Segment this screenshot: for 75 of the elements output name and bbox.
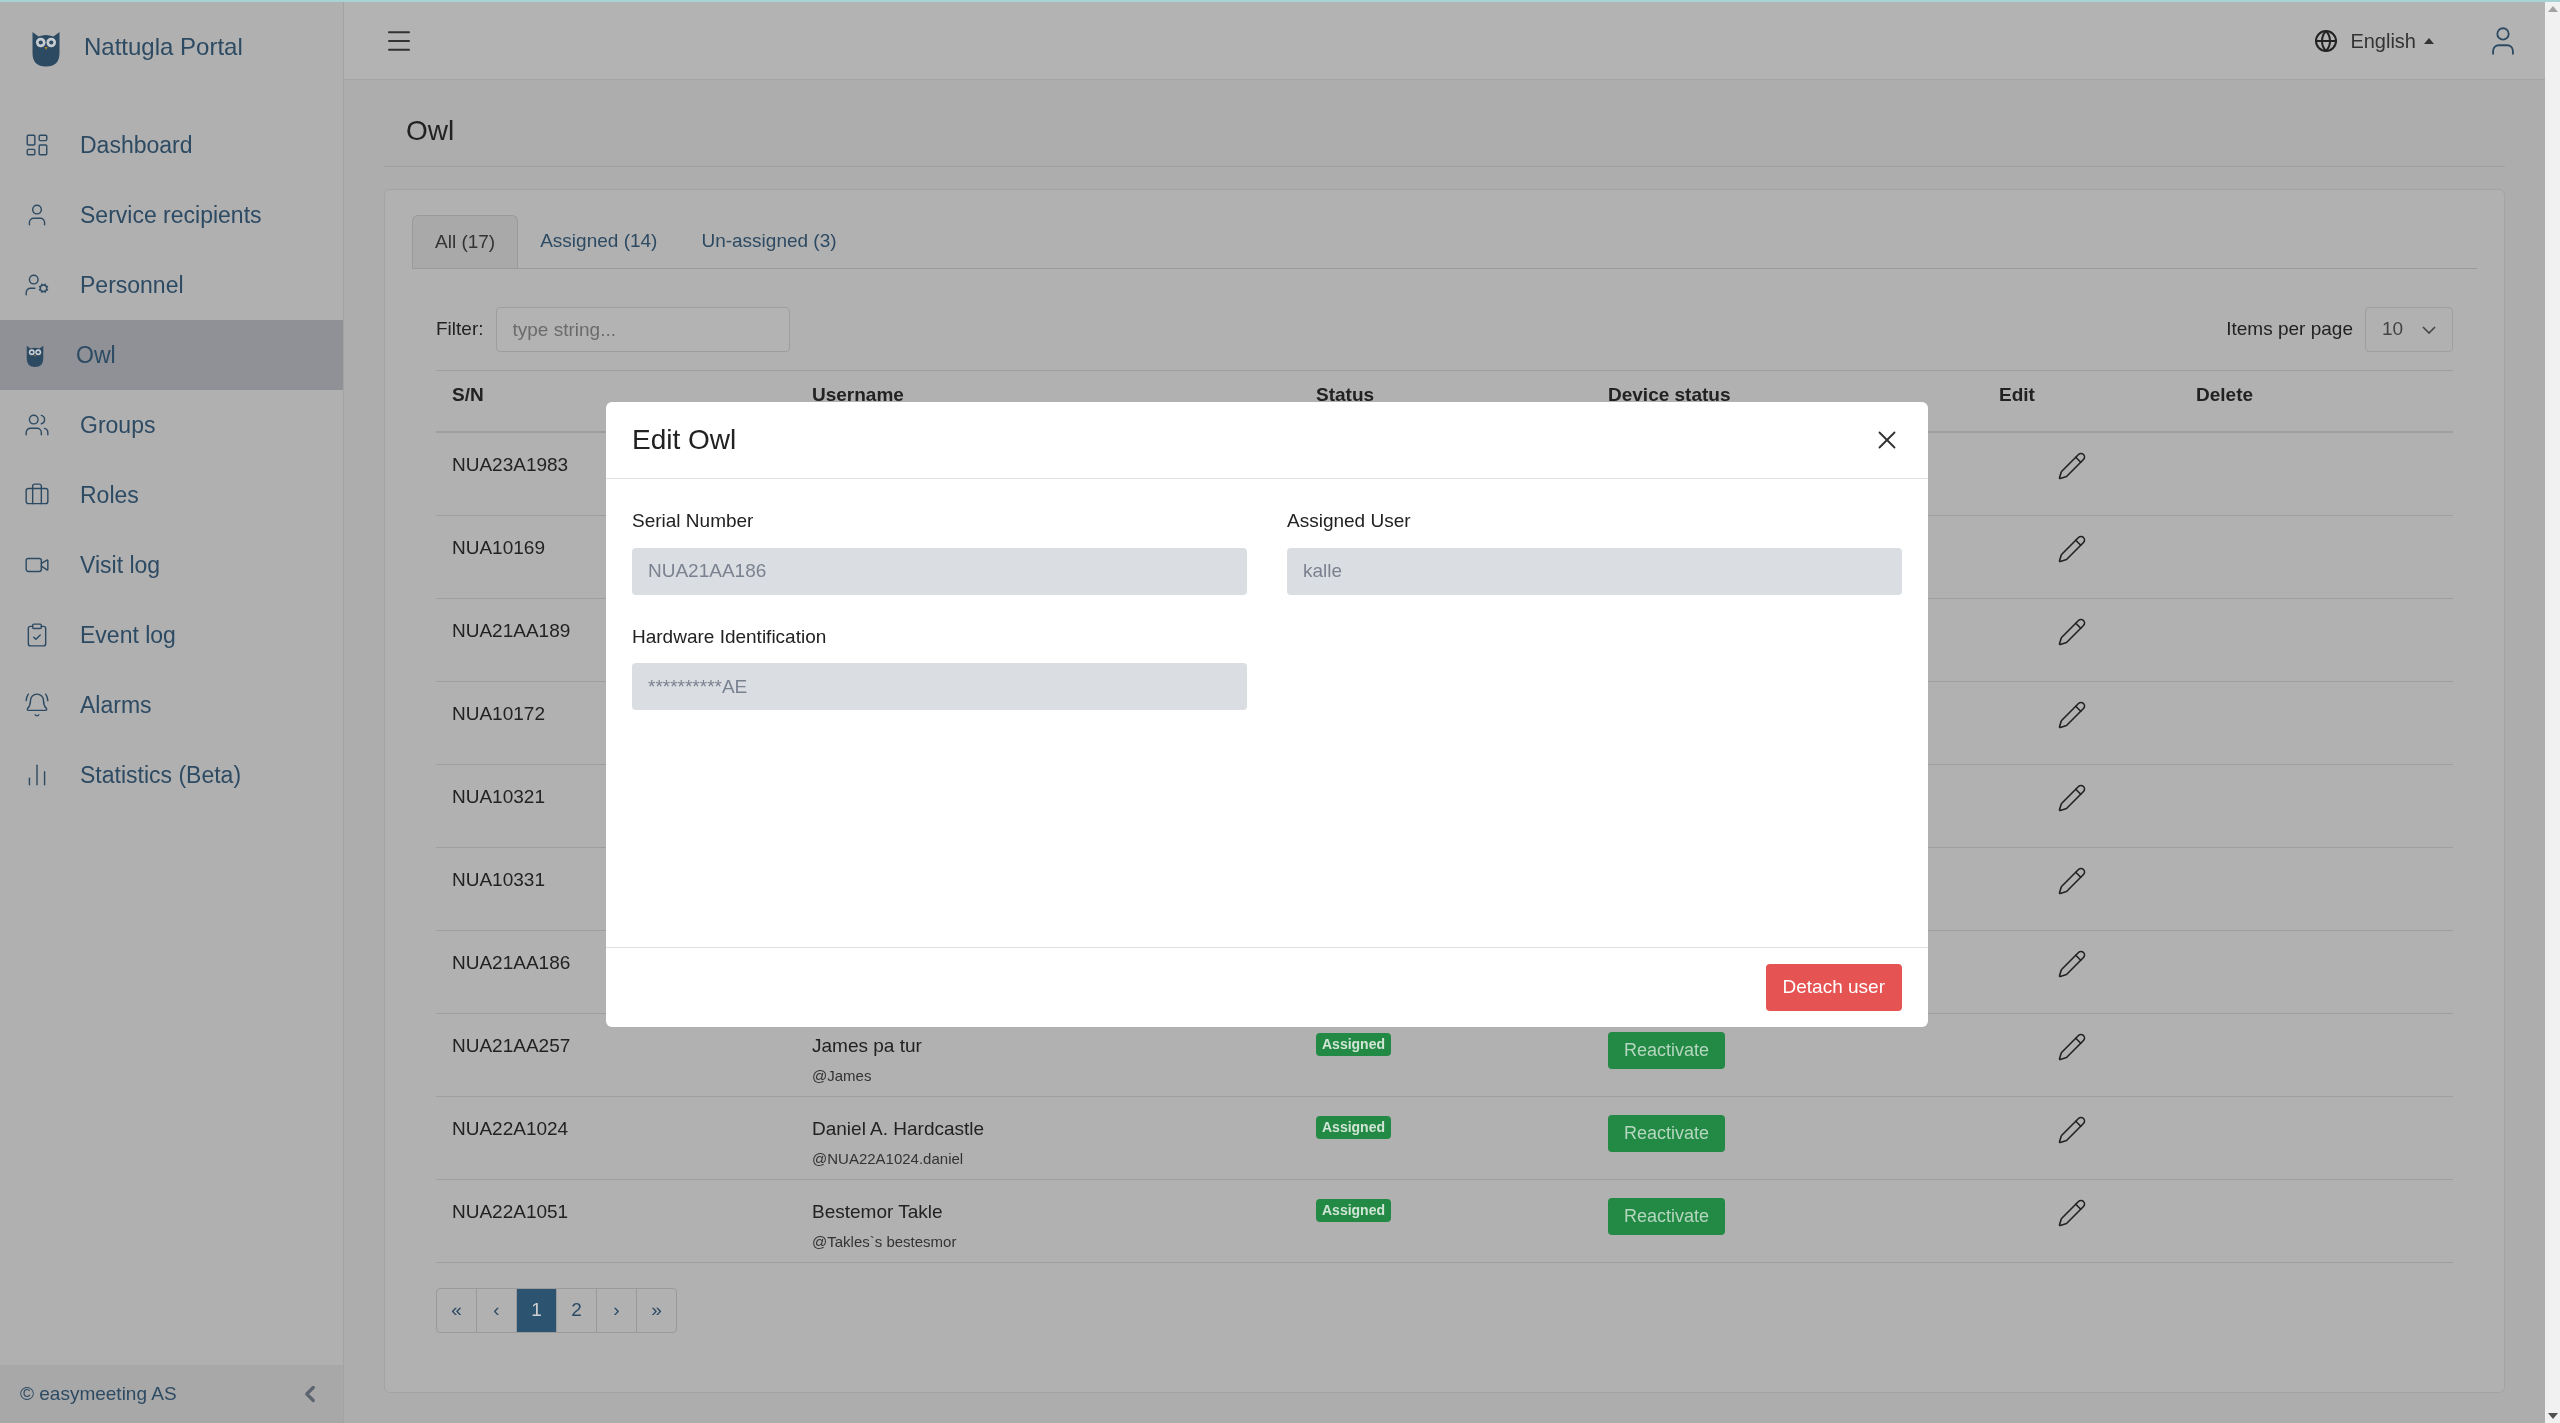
serial-number-cell: NUA10321 (452, 786, 545, 807)
status-badge: Assigned (1316, 1116, 1391, 1139)
serial-number-cell: NUA22A1024 (452, 1118, 569, 1139)
serial-number-cell: NUA22A1051 (452, 1201, 569, 1222)
column-header: Username (812, 384, 904, 405)
sidebar-item[interactable]: Dashboard (0, 110, 343, 180)
field-label: Assigned User (1287, 509, 1412, 533)
filter-tab[interactable]: All (17) (412, 215, 519, 268)
pagination-button[interactable]: » (636, 1288, 677, 1333)
serial-number-cell: NUA21AA186 (452, 952, 571, 973)
globe-icon (2314, 28, 2339, 53)
filter-field[interactable]: type string... (495, 307, 790, 352)
pagination-button[interactable]: 2 (556, 1288, 597, 1333)
sidebar-item[interactable]: Groups (0, 390, 343, 460)
reactivate-button[interactable]: Reactivate (1608, 1115, 1726, 1152)
filter-label: Filter: (436, 317, 484, 342)
column-header: Device status (1608, 384, 1731, 405)
edit-button[interactable] (2057, 783, 2087, 813)
sidebar-item[interactable]: Event log (0, 600, 343, 670)
sidebar-item[interactable]: Roles (0, 460, 343, 530)
edit-button[interactable] (2057, 949, 2087, 979)
edit-button[interactable] (2057, 1032, 2087, 1062)
brand-name: Nattugla Portal (84, 32, 243, 62)
edit-button[interactable] (2057, 866, 2087, 896)
pagination-button[interactable]: › (596, 1288, 637, 1333)
sidebar-item[interactable]: Personnel (0, 250, 343, 320)
serial-number-cell: NUA10331 (452, 869, 545, 890)
reactivate-button[interactable]: Reactivate (1608, 1198, 1726, 1235)
column-header: Status (1316, 384, 1375, 405)
pagination-button[interactable]: « (436, 1288, 477, 1333)
edit-button[interactable] (2057, 700, 2087, 730)
page-title: Owl (384, 80, 2505, 167)
person-gear-icon (24, 272, 50, 298)
sidebar-item[interactable]: Statistics (Beta) (0, 740, 343, 810)
serial-number-cell: NUA10169 (452, 537, 545, 558)
column-header: Edit (1999, 384, 2035, 405)
filter-tab[interactable]: Assigned (14) (518, 215, 680, 268)
status-badge: Assigned (1316, 1199, 1391, 1222)
field-label: Hardware Identification (632, 624, 828, 649)
detach-user-button[interactable]: Detach user (1765, 964, 1902, 1011)
edit-button[interactable] (2057, 1115, 2087, 1145)
serial-number-cell: NUA10172 (452, 703, 545, 724)
user-handle: @James (812, 1065, 873, 1086)
edit-button[interactable] (2057, 1198, 2087, 1228)
filter-tab[interactable]: Un-assigned (3) (679, 215, 859, 268)
items-per-page-label: Items per page (2226, 317, 2353, 342)
user-name: James pa tur (812, 1034, 923, 1058)
reactivate-button[interactable]: Reactivate (1608, 1032, 1726, 1069)
language-dropdown[interactable]: English (2350, 25, 2434, 56)
serial-number-cell: NUA23A1983 (452, 454, 569, 475)
dashboard-icon (24, 132, 50, 158)
sidebar-item[interactable]: Alarms (0, 670, 343, 740)
edit-button[interactable] (2057, 534, 2087, 564)
people-icon (24, 412, 50, 438)
copyright-text: © easymeeting AS (20, 1381, 177, 1406)
items-per-page-select[interactable]: 10 (2365, 307, 2453, 352)
field-label: Serial Number (632, 509, 755, 533)
bell-icon (24, 692, 50, 718)
sidebar-item[interactable]: Owl (0, 320, 343, 390)
user-name: Daniel A. Hardcastle (812, 1117, 986, 1141)
edit-button[interactable] (2057, 451, 2087, 481)
dialog-title: Edit Owl (632, 423, 737, 457)
sidebar-item[interactable]: Visit log (0, 530, 343, 600)
serial-number-cell: NUA21AA189 (452, 620, 571, 641)
user-name: Bestemor Takle (812, 1200, 944, 1224)
user-handle: @Takles`s bestesmor (812, 1231, 958, 1252)
chevron-down-icon (2422, 325, 2436, 334)
edit-button[interactable] (2057, 617, 2087, 647)
user-handle: @NUA22A1024.daniel (812, 1148, 965, 1169)
column-header: Delete (2196, 384, 2254, 405)
serial-number-cell: NUA21AA257 (452, 1035, 571, 1056)
pagination-button[interactable]: 1 (516, 1288, 557, 1333)
sidebar-item[interactable]: Service recipients (0, 180, 343, 250)
status-badge: Assigned (1316, 1033, 1391, 1056)
column-header: S/N (452, 384, 484, 405)
